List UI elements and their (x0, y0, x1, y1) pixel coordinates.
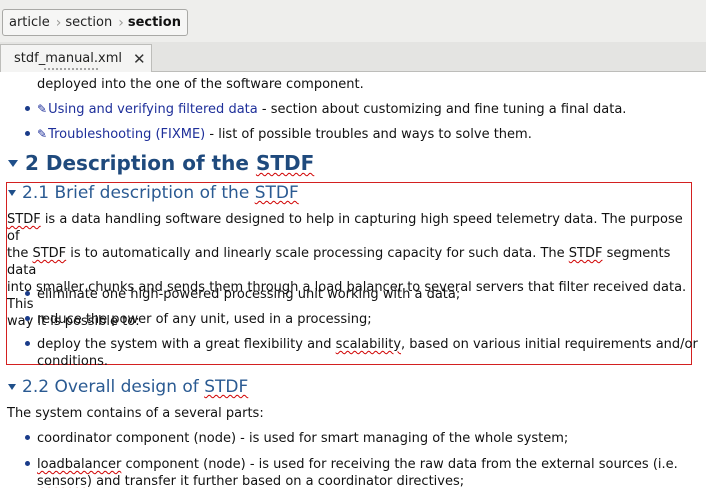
heading-term: STDF (204, 377, 249, 397)
list-item: ✎Troubleshooting (FIXME) - list of possi… (37, 126, 532, 143)
bullet-icon (25, 435, 30, 440)
list-item-text: , based on various initial requirements … (401, 337, 698, 352)
section-heading-2-1: 2.1 Brief description of the STDF (22, 183, 299, 203)
bullet-icon (25, 106, 30, 111)
tab-bar: stdf_manual.xml ✕ (0, 42, 706, 72)
tab-label: stdf_manual.xml (14, 51, 122, 66)
list-item: ✎Using and verifying filtered data - sec… (37, 101, 626, 118)
heading-text: 2.2 Overall design of (22, 377, 205, 397)
term: STDF (32, 246, 67, 261)
breadcrumb-label: section (127, 15, 181, 30)
breadcrumb-item-article[interactable]: article (3, 10, 56, 35)
list-item-text: - list of possible troubles and ways to … (205, 127, 532, 142)
toc-link-using-verifying[interactable]: Using and verifying filtered data (48, 102, 258, 117)
list-item: coordinator component (node) - is used f… (37, 431, 569, 446)
breadcrumb: article › section › section (2, 9, 188, 36)
list-item: eliminate one high-powered processing un… (37, 287, 461, 302)
bullet-icon (25, 316, 30, 321)
breadcrumb-label: article (9, 15, 50, 30)
section-heading-2-2: 2.2 Overall design of STDF (22, 377, 248, 397)
tab-stdf-manual[interactable]: stdf_manual.xml ✕ (0, 44, 152, 72)
term: STDF (568, 246, 603, 261)
heading-term: STDF (255, 151, 315, 175)
close-icon[interactable]: ✕ (133, 50, 146, 68)
term: scalability (335, 337, 402, 352)
list-item: reduce the power of any unit, used in a … (37, 312, 372, 327)
breadcrumb-item-current-section[interactable]: section (124, 10, 187, 35)
list-item-text: ) and transfer it further based on a coo… (86, 474, 465, 488)
link-icon: ✎ (37, 102, 48, 116)
bullet-icon (25, 291, 30, 296)
paragraph-text: the (7, 246, 33, 261)
list-item-text: - section about customizing and fine tun… (257, 102, 627, 117)
heading-term: STDF (254, 183, 299, 203)
breadcrumb-label: section (65, 15, 113, 30)
term: STDF (7, 212, 41, 227)
paragraph-text: deployed into the one of the software co… (37, 77, 364, 92)
list-item: loadbalancer component (node) - is used … (37, 456, 678, 488)
heading-text: 2.1 Brief description of the (22, 183, 255, 203)
toolbar: article › section › section (0, 0, 706, 43)
document-editor[interactable]: deployed into the one of the software co… (0, 72, 706, 488)
paragraph-text: is a data handling software designed to … (7, 212, 683, 244)
breadcrumb-item-section[interactable]: section (61, 10, 118, 35)
list-item-text: component (node) - is used for receiving… (121, 457, 678, 472)
toc-link-troubleshooting[interactable]: Troubleshooting (FIXME) (48, 127, 205, 142)
list-item-text: conditions. (37, 354, 109, 369)
bullet-icon (25, 461, 30, 466)
bullet-icon (25, 131, 30, 136)
paragraph-text: is to automatically and linearly scale p… (66, 246, 569, 261)
list-item: deploy the system with a great flexibili… (37, 336, 698, 370)
modified-indicator (43, 68, 99, 70)
list-item-text: deploy the system with a great flexibili… (37, 337, 336, 352)
collapse-triangle-icon[interactable] (8, 190, 16, 196)
section-heading-2: 2 Description of the STDF (25, 151, 314, 175)
collapse-triangle-icon[interactable] (8, 384, 16, 390)
term: sensors (37, 474, 87, 488)
collapse-triangle-icon[interactable] (8, 160, 18, 167)
link-icon: ✎ (37, 127, 48, 141)
paragraph-text: The system contains of a several parts: (7, 406, 264, 421)
heading-text: 2 Description of the (25, 151, 256, 175)
bullet-icon (25, 341, 30, 346)
term: loadbalancer (37, 457, 122, 472)
